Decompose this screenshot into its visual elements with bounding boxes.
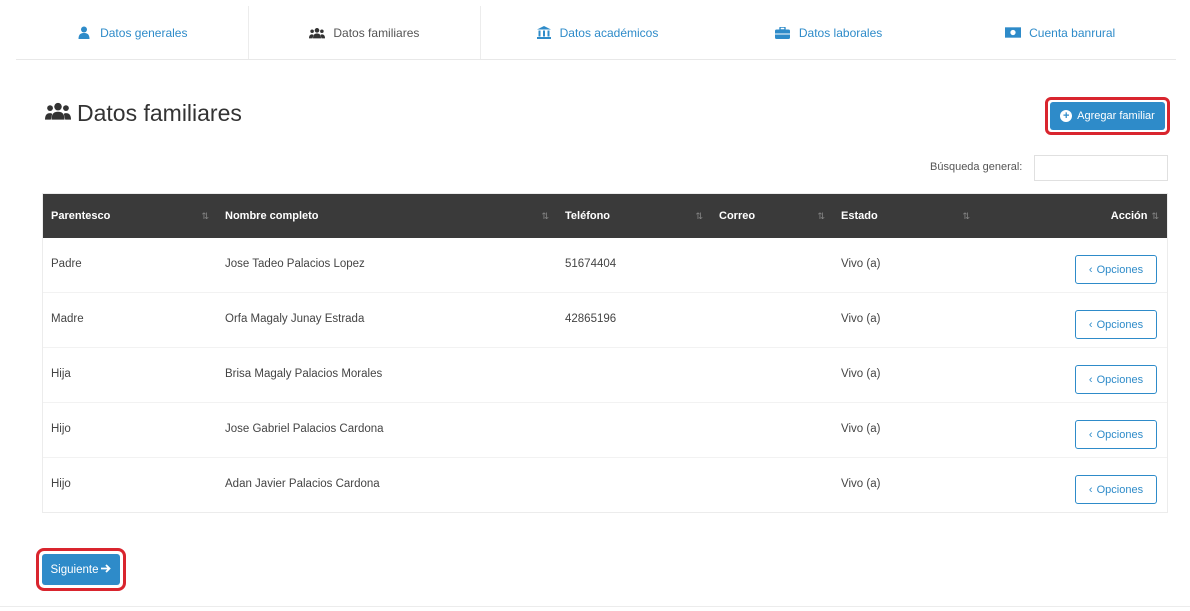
cell-estado: Vivo (a) [841, 423, 881, 435]
cell-correo [711, 238, 833, 292]
caret-left-icon: ‹ [1088, 483, 1093, 496]
tab-datos-generales[interactable]: Datos generales [16, 6, 248, 59]
options-button[interactable]: ‹ Opciones [1075, 310, 1157, 339]
table-header: Parentesco ⇅ Nombre completo ⇅ Teléfono ⇅ C… [43, 194, 1167, 238]
briefcase-icon [775, 26, 791, 40]
cell-accion: ‹ Opciones [978, 238, 1167, 292]
add-family-button-label: Agregar familiar [1077, 110, 1155, 122]
tab-label: Cuenta banrural [1029, 25, 1116, 40]
table-row: Madre Orfa Magaly Junay Estrada 42865196… [43, 293, 1167, 348]
cell-telefono: 42865196 [565, 313, 617, 325]
column-header-correo[interactable]: Correo ⇅ [711, 194, 833, 238]
page-title-text: Datos familiares [77, 100, 242, 126]
cell-telefono [557, 348, 711, 402]
cell-telefono: 51674404 [565, 258, 617, 270]
plus-circle-icon: + [1060, 110, 1073, 122]
cell-telefono [557, 403, 711, 457]
column-header-estado[interactable]: Estado ⇅ [833, 194, 978, 238]
search-input[interactable] [1034, 155, 1168, 181]
options-button[interactable]: ‹ Opciones [1075, 475, 1157, 504]
cell-parentesco: Hijo [51, 478, 71, 490]
table-row: Hijo Jose Gabriel Palacios Cardona Vivo … [43, 403, 1167, 458]
cell-accion: ‹ Opciones [978, 293, 1167, 347]
tab-cuenta-banrural[interactable]: Cuenta banrural [944, 6, 1176, 59]
column-header-parentesco[interactable]: Parentesco ⇅ [43, 194, 217, 238]
sort-icon: ⇅ [1151, 210, 1159, 221]
divider [0, 606, 1190, 607]
table-row: Padre Jose Tadeo Palacios Lopez 51674404… [43, 238, 1167, 293]
cell-correo [711, 293, 833, 347]
institution-icon [536, 26, 552, 40]
caret-left-icon: ‹ [1088, 373, 1093, 386]
user-icon [76, 26, 92, 40]
caret-left-icon: ‹ [1088, 263, 1093, 276]
next-button[interactable]: Siguiente [42, 554, 120, 585]
table-row: Hijo Adan Javier Palacios Cardona Vivo (… [43, 458, 1167, 513]
options-button[interactable]: ‹ Opciones [1075, 365, 1157, 394]
family-table: Parentesco ⇅ Nombre completo ⇅ Teléfono ⇅ C… [42, 193, 1168, 513]
cell-nombre: Orfa Magaly Junay Estrada [225, 313, 365, 325]
tab-label: Datos académicos [559, 25, 659, 40]
cell-parentesco: Padre [51, 258, 82, 270]
column-header-accion[interactable]: Acción ⇅ [978, 194, 1167, 238]
cell-estado: Vivo (a) [841, 313, 881, 325]
money-icon [1005, 26, 1022, 40]
cell-parentesco: Hijo [51, 423, 71, 435]
cell-nombre: Adan Javier Palacios Cardona [225, 478, 380, 490]
sort-icon: ⇅ [962, 210, 970, 221]
add-family-button[interactable]: + Agregar familiar [1050, 102, 1165, 130]
caret-left-icon: ‹ [1088, 318, 1093, 331]
cell-parentesco: Hija [51, 368, 71, 380]
cell-correo [711, 458, 833, 513]
tab-label: Datos generales [100, 25, 188, 40]
options-button[interactable]: ‹ Opciones [1075, 255, 1157, 284]
page-title: Datos familiares [45, 100, 242, 127]
sort-icon: ⇅ [201, 210, 209, 221]
tab-label: Datos familiares [333, 25, 420, 40]
column-header-nombre[interactable]: Nombre completo ⇅ [217, 194, 557, 238]
cell-accion: ‹ Opciones [978, 458, 1167, 513]
cell-correo [711, 348, 833, 402]
options-button[interactable]: ‹ Opciones [1075, 420, 1157, 449]
cell-nombre: Brisa Magaly Palacios Morales [225, 368, 383, 380]
cell-parentesco: Madre [51, 313, 84, 325]
tab-datos-familiares[interactable]: Datos familiares [247, 6, 482, 59]
users-icon [309, 26, 326, 40]
cell-nombre: Jose Gabriel Palacios Cardona [225, 423, 384, 435]
table-row: Hija Brisa Magaly Palacios Morales Vivo … [43, 348, 1167, 403]
cell-telefono [557, 458, 711, 513]
column-header-telefono[interactable]: Teléfono ⇅ [557, 194, 711, 238]
cell-estado: Vivo (a) [841, 368, 881, 380]
search-label: Búsqueda general: [930, 161, 1023, 173]
arrow-right-icon [101, 563, 112, 576]
tab-datos-academicos[interactable]: Datos académicos [481, 6, 713, 59]
cell-accion: ‹ Opciones [978, 403, 1167, 457]
add-family-button-highlight: + Agregar familiar [1045, 97, 1170, 135]
sort-icon: ⇅ [695, 210, 703, 221]
cell-nombre: Jose Tadeo Palacios Lopez [225, 258, 365, 270]
sort-icon: ⇅ [817, 210, 825, 221]
cell-estado: Vivo (a) [841, 478, 881, 490]
users-icon [45, 102, 71, 125]
cell-estado: Vivo (a) [841, 258, 881, 270]
caret-left-icon: ‹ [1088, 428, 1093, 441]
cell-accion: ‹ Opciones [978, 348, 1167, 402]
next-button-highlight: Siguiente [36, 548, 126, 591]
tab-datos-laborales[interactable]: Datos laborales [713, 6, 945, 59]
cell-correo [711, 403, 833, 457]
tab-label: Datos laborales [798, 25, 883, 40]
sort-icon: ⇅ [541, 210, 549, 221]
tab-bar: Datos generales Datos familiares Datos a… [16, 6, 1176, 60]
next-button-label: Siguiente [50, 563, 99, 576]
